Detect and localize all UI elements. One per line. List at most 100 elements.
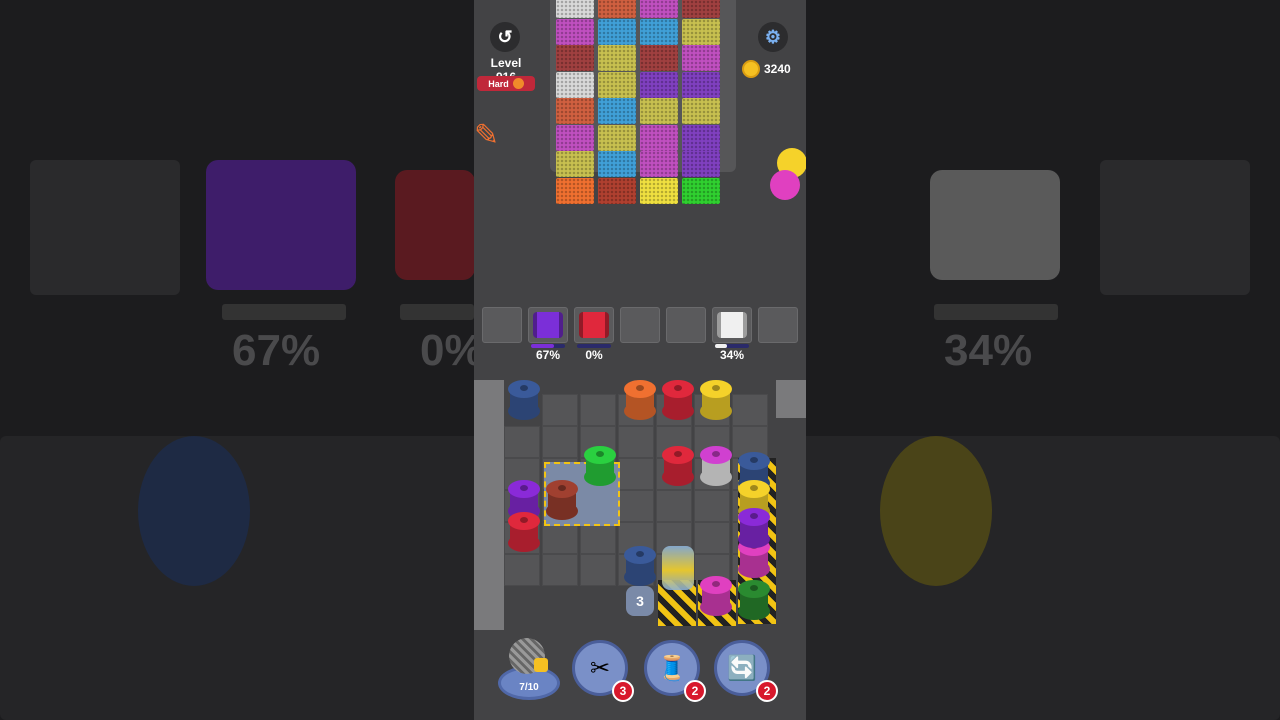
yarn-block [598, 177, 636, 204]
yarn-block [640, 98, 678, 124]
yarn-block [598, 45, 636, 71]
grid-cell [732, 394, 768, 426]
yarn-block [682, 0, 720, 18]
yarn-block [682, 151, 720, 177]
spool-piece[interactable] [738, 508, 770, 550]
undo-button[interactable]: ↺ [490, 22, 520, 52]
grid-cell [504, 426, 540, 458]
yarn-block [598, 124, 636, 151]
spool-piece[interactable] [662, 380, 694, 422]
spool-count-badge: 2 [684, 680, 706, 702]
scissors-icon: ✂ [589, 654, 611, 682]
grid-cell [580, 522, 616, 554]
thread-spool-icon [579, 312, 609, 338]
spool-piece[interactable] [624, 380, 656, 422]
board-edge [474, 380, 504, 630]
spool-slot[interactable] [666, 307, 706, 343]
yarn-block [682, 124, 720, 151]
scissors-count-badge: 3 [612, 680, 634, 702]
progress-percent: 0% [585, 348, 603, 362]
yarn-block [556, 177, 594, 204]
hidden-spool-counter: 3 [626, 586, 654, 616]
spool-slot[interactable] [712, 307, 752, 343]
yarn-block [640, 177, 678, 204]
grid-cell [542, 554, 578, 586]
yarn-block [640, 71, 678, 98]
spool-piece[interactable] [508, 512, 540, 554]
grid-cell [542, 522, 578, 554]
magnet-icon: 🔄 [727, 654, 757, 682]
yarn-block [682, 18, 720, 45]
grid-cell [656, 490, 692, 522]
spool-slot[interactable] [620, 307, 660, 343]
thread-spool-icon: 🧵 [657, 654, 687, 682]
thread-spool-icon [717, 312, 747, 338]
game-board: ↺ Level 916 Hard ⚙ 3240 ✎ 67%0%34% 3 7/1… [474, 0, 806, 720]
spool-slot[interactable] [574, 307, 614, 343]
thread-spool-icon [533, 312, 563, 338]
grid-cell [694, 522, 730, 554]
spool-piece[interactable] [700, 576, 732, 618]
undo-icon: ↺ [497, 26, 513, 47]
coin-count: 3240 [764, 62, 791, 76]
spool-slot[interactable] [528, 307, 568, 343]
grid-cell [504, 554, 540, 586]
grid-cell [618, 490, 654, 522]
yarn-conveyor [550, 0, 736, 204]
yarn-block [682, 177, 720, 204]
spool-piece[interactable] [584, 446, 616, 488]
yarn-block [598, 151, 636, 177]
spool-piece[interactable] [700, 380, 732, 422]
board-edge [776, 380, 806, 418]
yarn-block [640, 45, 678, 71]
difficulty-label: Hard [488, 78, 509, 89]
progress-percent: 67% [535, 348, 561, 362]
yarn-block [682, 45, 720, 71]
spool-piece[interactable] [700, 446, 732, 488]
spool-slot[interactable] [482, 307, 522, 343]
coin-icon [742, 60, 760, 78]
difficulty-badge: Hard [477, 76, 535, 91]
yarn-block [682, 71, 720, 98]
grid-cell [618, 458, 654, 490]
yarn-block [598, 71, 636, 98]
magnet-count-badge: 2 [756, 680, 778, 702]
grid-cell [618, 426, 654, 458]
yarn-progress: 7/10 [519, 682, 539, 693]
yarn-block [640, 124, 678, 151]
spool-piece[interactable] [662, 446, 694, 488]
settings-button[interactable]: ⚙ [758, 22, 788, 52]
grid-cell [580, 554, 616, 586]
yarn-block [556, 151, 594, 177]
yarn-block [556, 45, 594, 71]
frozen-spool[interactable] [662, 546, 694, 590]
yarn-block [556, 18, 594, 45]
skull-icon [512, 78, 524, 89]
spool-piece[interactable] [508, 380, 540, 422]
grid-cell [542, 394, 578, 426]
yarn-block [598, 18, 636, 45]
yarn-ball-booster[interactable]: 7/10 [496, 636, 562, 700]
spool-piece[interactable] [546, 480, 578, 522]
lock-icon [534, 658, 548, 672]
grid-cell [694, 490, 730, 522]
gear-icon: ⚙ [764, 26, 782, 47]
coin-counter[interactable]: 3240 [742, 59, 791, 79]
yarn-block [640, 151, 678, 177]
spool-piece[interactable] [738, 580, 770, 622]
spool-piece[interactable] [624, 546, 656, 588]
safety-pin-icon: ✎ [474, 119, 500, 152]
yarn-block [556, 0, 594, 18]
grid-cell [580, 394, 616, 426]
yarn-block [556, 71, 594, 98]
pink-button-icon [770, 170, 800, 200]
progress-percent: 34% [719, 348, 745, 362]
grid-cell [542, 426, 578, 458]
spool-grid: 3 [474, 380, 806, 630]
yarn-block [640, 0, 678, 18]
yarn-block [598, 0, 636, 18]
yarn-block [598, 98, 636, 124]
yarn-block [640, 18, 678, 45]
yarn-block [556, 98, 594, 124]
spool-slot[interactable] [758, 307, 798, 343]
